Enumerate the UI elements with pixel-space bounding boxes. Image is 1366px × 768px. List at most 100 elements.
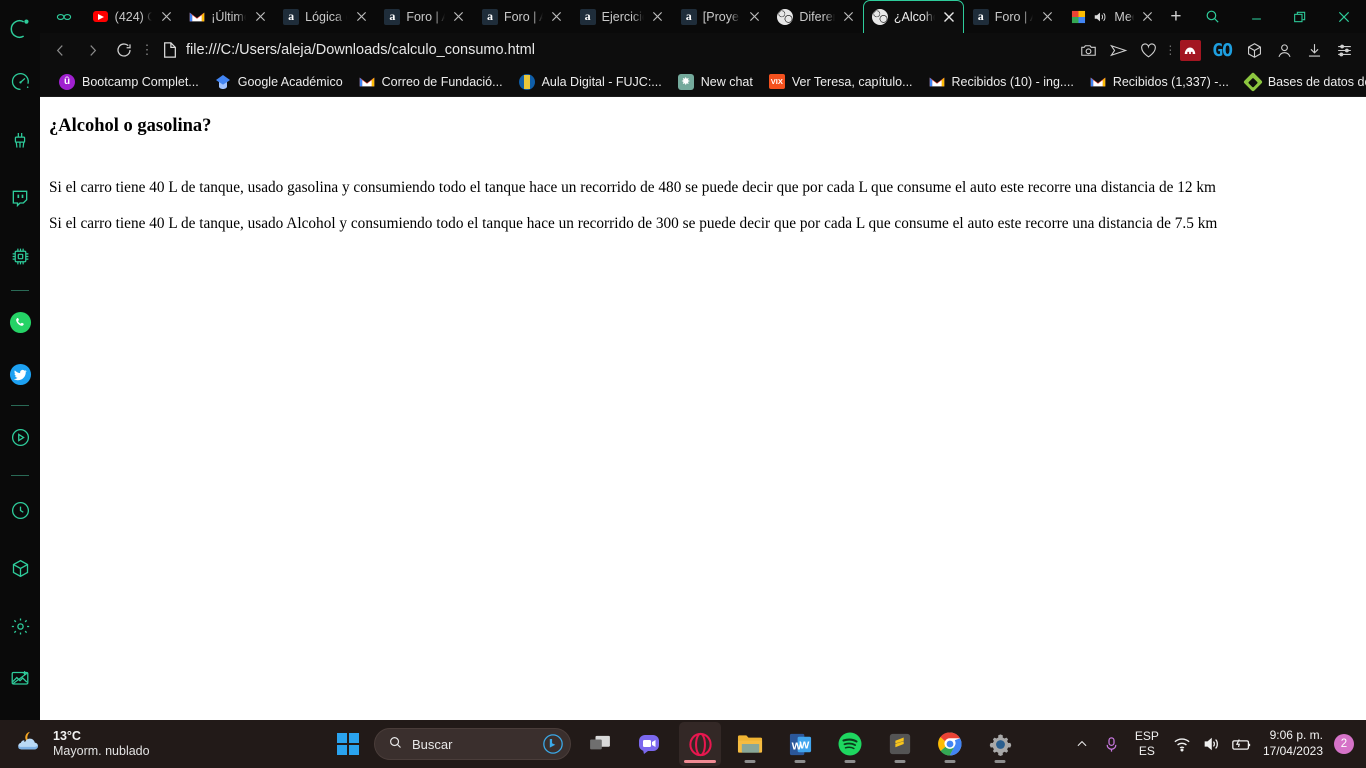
page-paragraph-alcohol: Si el carro tiene 40 L de tanque, usado … <box>49 215 1218 232</box>
close-icon[interactable] <box>1140 9 1156 25</box>
clock[interactable]: 9:06 p. m. 17/04/2023 <box>1259 728 1330 759</box>
close-icon[interactable] <box>650 9 666 25</box>
browser-tab[interactable]: a Foro | A <box>473 0 571 33</box>
snapshot-icon[interactable] <box>1074 35 1102 65</box>
word-button[interactable]: W W <box>779 722 821 766</box>
cpu-monitor-icon[interactable] <box>1 227 39 285</box>
close-icon[interactable] <box>158 9 174 25</box>
close-icon[interactable] <box>451 9 467 25</box>
gallery-icon[interactable] <box>1 655 39 701</box>
bookmark-item[interactable]: ✸ New chat <box>671 71 760 93</box>
clock-time: 9:06 p. m. <box>1269 728 1323 743</box>
close-icon[interactable] <box>746 9 762 25</box>
page-viewport: ¿Alcohol o gasolina? Si el carro tiene 4… <box>40 97 1366 720</box>
close-icon[interactable] <box>1322 0 1366 33</box>
tab-audio-icon[interactable] <box>1092 9 1108 25</box>
heart-icon[interactable] <box>1134 35 1162 65</box>
alexa-icon: a <box>680 8 697 25</box>
browser-tab[interactable]: a Foro | A <box>375 0 473 33</box>
volume-icon[interactable] <box>1199 724 1225 764</box>
opera-taskbar-button[interactable] <box>679 722 721 766</box>
settings-icon[interactable] <box>1 597 39 655</box>
new-tab-button[interactable]: + <box>1162 0 1190 33</box>
bing-copilot-icon[interactable] <box>542 733 564 755</box>
microphone-icon[interactable] <box>1099 724 1125 764</box>
close-icon[interactable] <box>549 9 565 25</box>
sublime-text-button[interactable] <box>879 722 921 766</box>
bookmark-item[interactable]: Google Académico <box>208 71 350 93</box>
browser-tab-active[interactable]: ¿Alcoho <box>862 0 964 33</box>
battery-charging-icon[interactable] <box>1229 724 1255 764</box>
minimize-icon[interactable] <box>1234 0 1278 33</box>
sidebar-divider <box>11 405 29 406</box>
player-icon[interactable] <box>1 411 39 463</box>
forward-button[interactable] <box>76 35 108 65</box>
window-controls <box>1190 0 1366 33</box>
youtube-icon <box>93 9 109 25</box>
bookmark-item[interactable]: Aula Digital - FUJC:... <box>512 71 669 93</box>
send-icon[interactable] <box>1104 35 1132 65</box>
bookmark-item[interactable]: Bases de datos des... <box>1238 71 1366 93</box>
language-indicator[interactable]: ESP ES <box>1129 729 1165 759</box>
bookmark-item[interactable]: Recibidos (1,337) -... <box>1083 71 1236 93</box>
settings-button[interactable] <box>979 722 1021 766</box>
extension-go-icon[interactable]: GO <box>1206 35 1238 65</box>
start-button[interactable] <box>330 726 366 762</box>
profile-icon[interactable] <box>1270 35 1298 65</box>
language-secondary: ES <box>1138 744 1155 758</box>
speed-dial-icon[interactable] <box>1 51 39 111</box>
easy-setup-icon[interactable] <box>1330 35 1358 65</box>
cube-icon[interactable] <box>1 539 39 597</box>
close-icon[interactable] <box>353 9 369 25</box>
chrome-button[interactable] <box>929 722 971 766</box>
close-icon[interactable] <box>252 9 268 25</box>
cleaner-icon[interactable] <box>1 111 39 169</box>
bookmark-item[interactable]: Recibidos (10) - ing.... <box>922 71 1081 93</box>
spotify-button[interactable] <box>829 722 871 766</box>
running-indicator <box>944 760 956 763</box>
teams-button[interactable] <box>629 722 671 766</box>
bookmark-item[interactable]: ȗ Bootcamp Complet... <box>52 71 206 93</box>
browser-tab[interactable]: ¡Último <box>180 0 274 33</box>
notification-badge[interactable]: 2 <box>1334 734 1354 754</box>
taskbar-weather-widget[interactable]: 13°C Mayorm. nublado <box>0 729 330 760</box>
close-icon[interactable] <box>1039 9 1055 25</box>
bookmark-item[interactable]: Correo de Fundació... <box>352 71 510 93</box>
browser-tab[interactable]: a Ejercicio <box>571 0 672 33</box>
search-icon[interactable] <box>1190 0 1234 33</box>
task-view-button[interactable] <box>579 722 621 766</box>
address-input[interactable]: file:///C:/Users/aleja/Downloads/calculo… <box>154 35 1074 65</box>
browser-tab[interactable]: a Foro | A <box>964 0 1062 33</box>
cube-icon[interactable] <box>1240 35 1268 65</box>
tab-title: Mee <box>1114 9 1133 24</box>
close-icon[interactable] <box>941 9 957 25</box>
wifi-icon[interactable] <box>1169 724 1195 764</box>
chevron-up-icon[interactable] <box>1069 724 1095 764</box>
browser-tab[interactable]: Diferen <box>768 0 863 33</box>
downloads-icon[interactable] <box>1300 35 1328 65</box>
alexa-icon: a <box>579 8 596 25</box>
back-button[interactable] <box>44 35 76 65</box>
browser-tab[interactable]: a Lógica d <box>274 0 375 33</box>
taskbar-search-box[interactable]: Buscar <box>374 728 571 760</box>
opera-logo-icon[interactable] <box>1 6 39 51</box>
vix-icon: VIX <box>768 74 785 90</box>
reload-button[interactable] <box>108 35 140 65</box>
history-icon[interactable] <box>1 481 39 539</box>
whatsapp-icon[interactable] <box>1 296 39 348</box>
bookmark-item[interactable]: VIX Ver Teresa, capítulo... <box>762 71 920 93</box>
twitch-icon[interactable] <box>1 169 39 227</box>
browser-tab[interactable]: a [Proyec <box>672 0 769 33</box>
extension-red-icon[interactable] <box>1176 35 1204 65</box>
page-menu-icon[interactable]: ⋮ <box>140 42 154 58</box>
page-content: ¿Alcohol o gasolina? Si el carro tiene 4… <box>40 97 1366 241</box>
browser-tab[interactable]: (424) O <box>84 0 181 33</box>
windows-logo-icon <box>337 733 359 755</box>
close-icon[interactable] <box>841 9 857 25</box>
browser-tab[interactable]: Mee <box>1061 0 1161 33</box>
twitter-icon[interactable] <box>1 348 39 400</box>
bookmark-label: Google Académico <box>237 74 343 89</box>
tab-menu-icon[interactable] <box>44 0 84 33</box>
file-explorer-button[interactable] <box>729 722 771 766</box>
restore-icon[interactable] <box>1278 0 1322 33</box>
